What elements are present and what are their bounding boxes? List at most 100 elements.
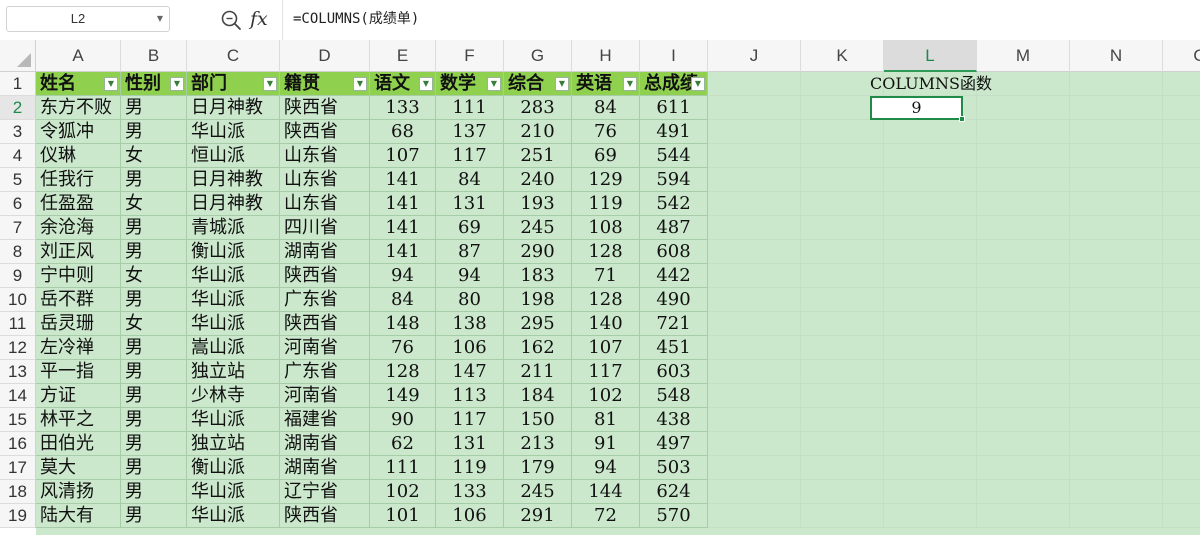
table-cell[interactable]: 138 (436, 312, 504, 336)
row-header-8[interactable]: 8 (0, 240, 36, 264)
empty-cell[interactable] (708, 168, 801, 192)
table-cell[interactable]: 149 (370, 384, 436, 408)
empty-cell[interactable] (708, 120, 801, 144)
table-cell[interactable]: 女 (121, 144, 187, 168)
row-header-5[interactable]: 5 (0, 168, 36, 192)
table-cell[interactable]: 独立站 (187, 432, 280, 456)
table-cell[interactable]: 平一指 (36, 360, 121, 384)
row-header-12[interactable]: 12 (0, 336, 36, 360)
table-cell[interactable]: 603 (640, 360, 708, 384)
empty-cell[interactable] (708, 336, 801, 360)
row-header-18[interactable]: 18 (0, 480, 36, 504)
table-cell[interactable]: 76 (572, 120, 640, 144)
table-cell[interactable]: 140 (572, 312, 640, 336)
table-cell[interactable]: 497 (640, 432, 708, 456)
table-cell[interactable]: 611 (640, 96, 708, 120)
table-cell[interactable]: 150 (504, 408, 572, 432)
empty-cell[interactable] (1070, 384, 1163, 408)
column-header-f[interactable]: F (436, 40, 504, 72)
table-cell[interactable]: 湖南省 (280, 432, 370, 456)
table-cell[interactable]: 男 (121, 120, 187, 144)
column-header-c[interactable]: C (187, 40, 280, 72)
table-cell[interactable]: 193 (504, 192, 572, 216)
table-cell[interactable]: 84 (370, 288, 436, 312)
empty-cell[interactable] (884, 312, 977, 336)
row-header-17[interactable]: 17 (0, 456, 36, 480)
table-cell[interactable]: 河南省 (280, 384, 370, 408)
empty-cell[interactable] (801, 504, 884, 528)
table-cell[interactable]: 80 (436, 288, 504, 312)
table-cell[interactable]: 嵩山派 (187, 336, 280, 360)
column-header-i[interactable]: I (640, 40, 708, 72)
column-header-g[interactable]: G (504, 40, 572, 72)
empty-cell[interactable] (708, 360, 801, 384)
table-cell[interactable]: 华山派 (187, 120, 280, 144)
empty-cell[interactable] (884, 168, 977, 192)
table-cell[interactable]: 94 (572, 456, 640, 480)
table-cell[interactable]: 107 (370, 144, 436, 168)
empty-cell[interactable] (708, 72, 801, 96)
filter-dropdown-icon[interactable]: ▼ (623, 77, 637, 91)
table-cell[interactable]: 141 (370, 216, 436, 240)
table-cell[interactable]: 男 (121, 408, 187, 432)
table-cell[interactable]: 144 (572, 480, 640, 504)
empty-cell[interactable] (1070, 504, 1163, 528)
empty-cell[interactable] (708, 456, 801, 480)
empty-cell[interactable] (1070, 312, 1163, 336)
table-cell[interactable]: 213 (504, 432, 572, 456)
empty-cell[interactable] (977, 264, 1070, 288)
table-cell[interactable]: 女 (121, 192, 187, 216)
empty-cell[interactable] (1070, 336, 1163, 360)
empty-cell[interactable] (977, 96, 1070, 120)
table-cell[interactable]: 华山派 (187, 264, 280, 288)
table-cell[interactable]: 陕西省 (280, 96, 370, 120)
table-cell[interactable]: 487 (640, 216, 708, 240)
empty-cell[interactable] (1070, 192, 1163, 216)
table-cell[interactable]: 503 (640, 456, 708, 480)
empty-cell[interactable] (801, 192, 884, 216)
table-header-cell[interactable]: 部门 ▼ (187, 72, 280, 96)
filter-dropdown-icon[interactable]: ▼ (555, 77, 569, 91)
table-cell[interactable]: 94 (436, 264, 504, 288)
empty-cell[interactable] (1163, 432, 1200, 456)
table-cell[interactable]: 男 (121, 360, 187, 384)
table-cell[interactable]: 日月神教 (187, 96, 280, 120)
table-cell[interactable]: 陕西省 (280, 312, 370, 336)
row-header-1[interactable]: 1 (0, 72, 36, 96)
table-cell[interactable]: 田伯光 (36, 432, 121, 456)
empty-cell[interactable] (708, 384, 801, 408)
filter-dropdown-icon[interactable]: ▼ (170, 77, 184, 91)
table-cell[interactable]: 137 (436, 120, 504, 144)
empty-cell[interactable] (1163, 240, 1200, 264)
table-cell[interactable]: 119 (572, 192, 640, 216)
column-header-k[interactable]: K (801, 40, 884, 72)
table-cell[interactable]: 491 (640, 120, 708, 144)
table-cell[interactable]: 少林寺 (187, 384, 280, 408)
table-cell[interactable]: 男 (121, 96, 187, 120)
table-cell[interactable]: 608 (640, 240, 708, 264)
empty-cell[interactable] (1163, 288, 1200, 312)
column-header-d[interactable]: D (280, 40, 370, 72)
table-cell[interactable]: 451 (640, 336, 708, 360)
table-cell[interactable]: 108 (572, 216, 640, 240)
empty-cell[interactable] (801, 144, 884, 168)
table-cell[interactable]: 华山派 (187, 288, 280, 312)
table-cell[interactable]: 四川省 (280, 216, 370, 240)
table-cell[interactable]: 107 (572, 336, 640, 360)
empty-cell[interactable] (1070, 240, 1163, 264)
chevron-down-icon[interactable]: ▼ (157, 7, 163, 31)
empty-cell[interactable] (1070, 360, 1163, 384)
table-cell[interactable]: 东方不败 (36, 96, 121, 120)
table-cell[interactable]: 衡山派 (187, 240, 280, 264)
empty-cell[interactable] (801, 384, 884, 408)
table-cell[interactable]: 548 (640, 384, 708, 408)
table-cell[interactable]: 刘正风 (36, 240, 121, 264)
empty-cell[interactable] (801, 432, 884, 456)
table-cell[interactable]: 544 (640, 144, 708, 168)
table-cell[interactable]: 令狐冲 (36, 120, 121, 144)
column-header-e[interactable]: E (370, 40, 436, 72)
table-cell[interactable]: 198 (504, 288, 572, 312)
table-cell[interactable]: 任我行 (36, 168, 121, 192)
table-cell[interactable]: 148 (370, 312, 436, 336)
table-cell[interactable]: 68 (370, 120, 436, 144)
